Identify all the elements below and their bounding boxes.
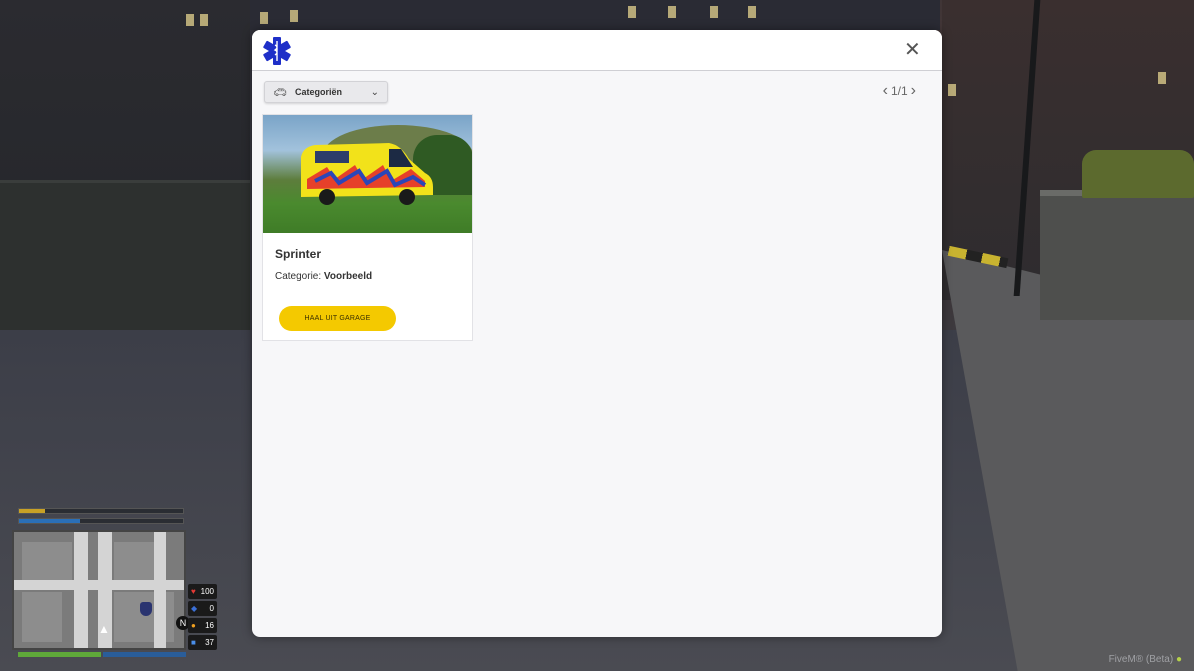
star-of-life-icon <box>263 37 291 65</box>
category-prefix: Categorie: <box>275 271 324 282</box>
oxygen-bar <box>18 518 184 524</box>
map-road <box>154 532 166 648</box>
health-strip <box>18 652 101 657</box>
window-light <box>948 84 956 96</box>
health-value: 100 <box>200 587 214 596</box>
wall-right <box>1040 190 1194 320</box>
armor-strip <box>103 652 186 657</box>
take-out-garage-button[interactable]: HAAL UIT GARAGE <box>279 306 396 331</box>
vehicle-category: Categorie: Voorbeeld <box>275 271 372 282</box>
minimap: ▲ <box>12 530 186 650</box>
modal-toolbar: 🚗︎ Categoriën ⌄ ‹ 1/1 › <box>252 71 942 111</box>
heart-icon: ♥ <box>191 587 196 596</box>
category-value: Voorbeeld <box>323 271 373 282</box>
car-icon: 🚗︎ <box>273 86 287 99</box>
garage-modal: ✕ 🚗︎ Categoriën ⌄ ‹ 1/1 › Sprinter Categ… <box>252 30 942 637</box>
close-button[interactable]: ✕ <box>904 40 921 60</box>
burger-icon: ● <box>191 621 196 630</box>
chevron-right-icon[interactable]: › <box>911 81 916 101</box>
chevron-down-icon: ⌄ <box>370 86 379 98</box>
armor-stat: ◆ 0 <box>188 601 217 616</box>
vehicle-card: Sprinter Categorie: Voorbeeld HAAL UIT G… <box>262 114 473 341</box>
hud-status-bars <box>18 508 184 528</box>
thirst-value: 37 <box>205 638 214 647</box>
watermark-text: FiveM® (Beta) <box>1108 654 1174 665</box>
pagination: ‹ 1/1 › <box>883 81 916 101</box>
window-light <box>1158 72 1166 84</box>
window-light <box>668 6 676 18</box>
hedge <box>1082 150 1194 198</box>
stamina-bar-fill <box>19 509 46 513</box>
ambulance-van-image <box>301 143 433 205</box>
window-light <box>710 6 718 18</box>
fivem-logo-icon: ● <box>1175 654 1182 665</box>
stamina-bar <box>18 508 184 514</box>
vehicle-image <box>263 115 472 233</box>
window-light <box>260 12 268 24</box>
wall-left <box>0 180 250 330</box>
map-road <box>74 532 88 648</box>
map-block <box>114 542 154 582</box>
window-light <box>628 6 636 18</box>
shield-icon: ◆ <box>191 604 198 613</box>
map-block <box>22 542 72 582</box>
vehicle-name: Sprinter <box>275 247 322 261</box>
modal-header: ✕ <box>252 30 942 71</box>
hunger-stat: ● 16 <box>188 618 217 633</box>
category-dropdown[interactable]: 🚗︎ Categoriën ⌄ <box>264 81 388 103</box>
minimap-bottom-bars <box>18 652 186 657</box>
police-station-icon <box>140 602 152 616</box>
category-label: Categoriën <box>294 87 342 97</box>
page-indicator: 1/1 <box>890 84 908 98</box>
oxygen-bar-fill <box>19 519 80 523</box>
chevron-left-icon[interactable]: ‹ <box>883 81 888 101</box>
map-block <box>22 592 62 642</box>
fivem-watermark: FiveM® (Beta) ● <box>1109 654 1182 665</box>
window-light <box>290 10 298 22</box>
thirst-stat: ■ 37 <box>188 635 217 650</box>
armor-value: 0 <box>209 604 214 613</box>
building-top <box>250 0 940 30</box>
window-light <box>186 14 194 26</box>
hunger-value: 16 <box>205 621 214 630</box>
drink-icon: ■ <box>191 638 196 647</box>
player-arrow-icon: ▲ <box>98 622 110 636</box>
window-light <box>748 6 756 18</box>
health-stat: ♥ 100 <box>188 584 217 599</box>
window-light <box>200 14 208 26</box>
hud-stats: ♥ 100 ◆ 0 ● 16 ■ 37 <box>188 584 217 652</box>
